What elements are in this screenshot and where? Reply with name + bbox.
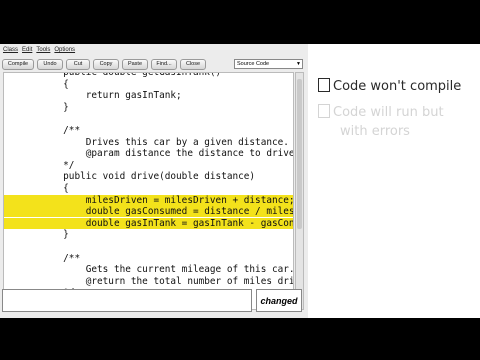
- code-line[interactable]: Gets the current mileage of this car.: [4, 264, 293, 275]
- code-line[interactable]: return gasInTank;: [4, 90, 182, 101]
- vertical-scrollbar[interactable]: [295, 72, 304, 310]
- menu-class[interactable]: Class: [3, 47, 18, 53]
- undo-button[interactable]: Undo: [37, 58, 63, 70]
- whiteboard-panel: Code won't compile Code will run but wit…: [308, 44, 480, 318]
- copy-button[interactable]: Copy: [93, 58, 119, 70]
- checkbox-icon[interactable]: [318, 104, 330, 118]
- view-select-value: Source Code: [237, 61, 270, 67]
- close-button[interactable]: Close: [180, 58, 206, 70]
- menu-tools[interactable]: Tools: [36, 47, 50, 53]
- menu-bar: Class Edit Tools Options: [0, 44, 308, 56]
- code-line[interactable]: */: [4, 160, 74, 171]
- code-line[interactable]: {: [4, 79, 69, 90]
- find-button[interactable]: Find...: [151, 58, 177, 70]
- cut-button[interactable]: Cut: [66, 58, 90, 70]
- quiz-option-compile-error[interactable]: Code won't compile: [318, 78, 461, 94]
- code-line[interactable]: [4, 241, 18, 252]
- quiz-option-runtime-error[interactable]: Code will run but with errors: [318, 104, 444, 139]
- quiz-option-label: Code will run but: [333, 105, 444, 120]
- quiz-option-label: Code won't compile: [333, 79, 462, 94]
- code-line[interactable]: @return the total number of miles driven: [4, 276, 293, 287]
- code-line[interactable]: /**: [4, 253, 80, 264]
- menu-edit[interactable]: Edit: [22, 47, 32, 53]
- quiz-option-label-line2: with errors: [340, 124, 410, 139]
- compile-button[interactable]: Compile: [2, 58, 34, 70]
- paste-button[interactable]: Paste: [122, 58, 148, 70]
- code-line[interactable]: public void drive(double distance): [4, 171, 255, 182]
- code-line-highlighted[interactable]: double gasConsumed = distance / milesPer…: [4, 206, 293, 218]
- bluej-editor-window: Class Edit Tools Options Compile Undo Cu…: [0, 44, 308, 318]
- checkbox-icon[interactable]: [318, 78, 330, 92]
- menu-options[interactable]: Options: [54, 47, 75, 53]
- code-line-highlighted[interactable]: double gasInTank = gasInTank - gasConsum…: [4, 217, 293, 229]
- video-letterbox-top: [0, 0, 480, 44]
- code-line[interactable]: [4, 113, 18, 124]
- scrollbar-thumb[interactable]: [297, 79, 302, 229]
- code-line[interactable]: }: [4, 102, 69, 113]
- video-letterbox-bottom: [0, 318, 480, 360]
- message-area: [2, 289, 252, 312]
- chevron-down-icon: ▼: [296, 61, 301, 67]
- view-select[interactable]: Source Code ▼: [234, 59, 303, 69]
- code-line[interactable]: /**: [4, 125, 80, 136]
- code-line-highlighted[interactable]: milesDriven = milesDriven + distance;: [4, 194, 293, 206]
- code-line[interactable]: {: [4, 183, 69, 194]
- code-line[interactable]: Drives this car by a given distance.: [4, 137, 289, 148]
- changed-status-label: changed: [256, 289, 302, 312]
- code-line[interactable]: @param distance the distance to drive: [4, 148, 293, 159]
- code-line[interactable]: public double getGasInTank(): [4, 73, 221, 78]
- code-line[interactable]: }: [4, 229, 69, 240]
- code-editor[interactable]: public double getGasInTank() { return ga…: [3, 72, 294, 310]
